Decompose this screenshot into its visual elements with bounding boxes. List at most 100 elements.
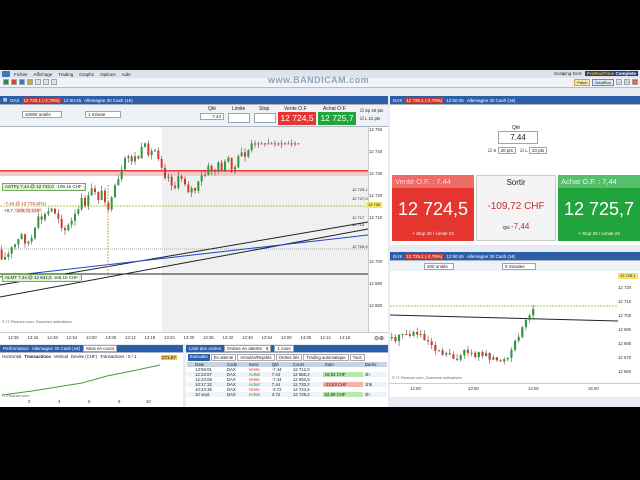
candle-body	[150, 150, 153, 156]
candle-body	[401, 334, 404, 336]
orders-tab[interactable]: Ordres liés	[275, 354, 303, 361]
candle-body	[267, 143, 270, 145]
chart1-qty-input[interactable]: 7.44	[200, 113, 224, 120]
maximize-icon[interactable]: □	[624, 79, 630, 85]
menubar-right: Scalping DAX ProRealTime Complete	[554, 71, 638, 76]
chart2-units-select[interactable]: 200 unités	[424, 263, 454, 270]
chart1-timeframe-select[interactable]: 1 minute	[85, 111, 121, 118]
limit-order-tag[interactable]: ALMT 7,44 @ 12 641,0 165,10 CHF	[2, 274, 83, 282]
ticket-limit[interactable]: ☑ L 23 pts	[520, 147, 548, 154]
chart1-limit-buttons[interactable]	[228, 113, 250, 123]
shaded-zone	[162, 127, 368, 332]
new-chart-icon[interactable]	[3, 79, 9, 85]
current-price-mark: 12 725	[366, 202, 383, 208]
candle-body	[220, 162, 223, 171]
order-ticket: Qté 7.44 ☑ S 20 pts ☑ L 23 pts Vente O.F…	[390, 105, 640, 245]
menu-options[interactable]: Options	[100, 72, 116, 77]
orders-tab[interactable]: Exécutés	[188, 354, 210, 361]
ticket-qty-input[interactable]: 7.44	[498, 131, 538, 144]
ticket-title: DAX 12 725,1 (-2,79%) 12:50:45 Allemagne…	[390, 96, 640, 105]
ticket-s-value[interactable]: 20 pts	[497, 147, 516, 154]
orders-period[interactable]: 1 mois	[274, 345, 294, 352]
perf-tab[interactable]: Horizontal	[2, 354, 21, 359]
x-tick: 13:00	[468, 386, 479, 391]
chart2-titlebar: DAX 12 725,1 (-2,79%) 12:50:45 Allemagne…	[390, 252, 640, 261]
candle-body	[157, 150, 160, 159]
toolbar-icons	[3, 79, 57, 85]
ticket-exit-button[interactable]: Sortir -109,72 CHF Qté -7,44	[476, 175, 556, 241]
candle-body	[7, 253, 10, 257]
orders-tab[interactable]: Tous	[349, 354, 365, 361]
ticket-l-value[interactable]: 23 pts	[528, 147, 548, 154]
workspace-name[interactable]: Scalping DAX	[554, 71, 582, 76]
x-tick: 13:24	[164, 335, 175, 340]
chart1-sell-button[interactable]: 12 724,5	[278, 112, 316, 125]
ticket-qty-sub: -7,44	[511, 222, 530, 231]
chart2-timeframe-select[interactable]: 5 minutes	[502, 263, 536, 270]
menu-charts[interactable]: Graphs	[79, 72, 94, 77]
new-order-icon[interactable]	[11, 79, 17, 85]
stop-order-tag[interactable]: ASTPy 7,44 @ 12 732,0 -109,16 CHF	[2, 183, 86, 191]
candle-body	[67, 224, 70, 231]
calendar-icon[interactable]	[51, 79, 57, 85]
ticket-buy-sub: + Stop 20 / Limite 23	[578, 231, 620, 236]
chart1-units-select[interactable]: 10000 unités	[22, 111, 62, 118]
orders-tab[interactable]: En attente	[210, 354, 237, 361]
perf-tab[interactable]: Transactions : 0 / 1	[100, 354, 136, 359]
candle-body	[40, 216, 43, 220]
ticket-stop[interactable]: ☑ S 20 pts	[488, 147, 516, 154]
news-icon[interactable]	[43, 79, 49, 85]
candle-body	[187, 184, 190, 193]
ticket-sell-button[interactable]: Vente O.F. : 7,44 12 724,5 + Stop 20 / L…	[392, 175, 474, 241]
chart2-source: © IT-Finance.com, Données indicatives	[392, 375, 462, 380]
candle-body	[426, 340, 430, 342]
close-icon[interactable]: ×	[632, 79, 638, 85]
candle-body	[503, 359, 506, 362]
menu-trading[interactable]: Trading	[58, 72, 73, 77]
candle-body	[180, 176, 183, 179]
candle-body	[107, 202, 110, 210]
candle-body	[244, 152, 246, 157]
chart2-plot-area[interactable]: 12 725,1 12 720 12 710 12 700 12 690 12 …	[390, 271, 640, 397]
menu-help[interactable]: Aide	[122, 72, 131, 77]
perf-period-select[interactable]: Mois en cours	[83, 345, 118, 352]
orders-tab[interactable]: Annulés/Rejetés	[237, 354, 275, 361]
account-button[interactable]: DealRoo	[592, 79, 614, 86]
list-icon[interactable]	[19, 79, 25, 85]
position-pnl-tag: +0,7 -109,72 CHF	[2, 208, 44, 214]
screener-icon[interactable]	[35, 79, 41, 85]
chart2-symbol: DAX	[393, 253, 403, 259]
zoom-icon[interactable]: ⊖⊕	[374, 335, 384, 342]
candle-body	[459, 355, 462, 360]
candle-body	[197, 181, 200, 191]
candle-body	[194, 188, 196, 191]
menu-file[interactable]: Fichier	[14, 72, 28, 77]
chart1-buy-button[interactable]: 12 725,7	[318, 112, 356, 125]
minimize-icon[interactable]: –	[616, 79, 622, 85]
ticket-sell-head: Vente O.F. : 7,44	[392, 175, 474, 188]
menu-view[interactable]: Affichage	[34, 72, 53, 77]
candle-body	[50, 208, 53, 212]
orders-row[interactable]: 10 sept. DAX Achat 3.72 12 728,2 52,89 CHF 2h	[187, 392, 387, 397]
orders-tabs: Exécutés En attente Annulés/Rejetés Ordr…	[186, 353, 388, 362]
perf-tabs: Horizontal Transactions Vertical Devise …	[0, 353, 183, 360]
perf-tab[interactable]: Vertical	[54, 354, 68, 359]
y-tick: 12 680	[369, 303, 383, 308]
alert-icon[interactable]	[27, 79, 33, 85]
ticket-qty-row: Qté -7,44	[477, 212, 555, 231]
x-tick: 12:42	[27, 335, 39, 340]
patch-button[interactable]: Patch	[574, 79, 591, 86]
perf-tab[interactable]: Devise (CHF)	[71, 354, 97, 359]
candle-body	[120, 169, 123, 179]
chart2-time: 12:50:45	[446, 253, 464, 259]
chart1-plot-area[interactable]: 12 750 12 740 12 730 12 720 12 710 12 70…	[0, 127, 388, 344]
candle-body	[97, 192, 100, 201]
orders-tab[interactable]: Trading automatique	[303, 354, 349, 361]
orders-filter[interactable]: Ordres en attente : 8	[224, 345, 272, 352]
chart1-stop-buttons[interactable]	[254, 113, 276, 123]
candle-body	[437, 350, 441, 352]
perf-tab[interactable]: Transactions	[24, 354, 51, 359]
perf-title-text: Performance	[3, 346, 29, 351]
ticket-buy-button[interactable]: Achat O.F. : 7,44 12 725,7 + Stop 20 / L…	[558, 175, 640, 241]
position-tag[interactable]: -7,44 @ 12 732,8(%)	[2, 201, 48, 207]
